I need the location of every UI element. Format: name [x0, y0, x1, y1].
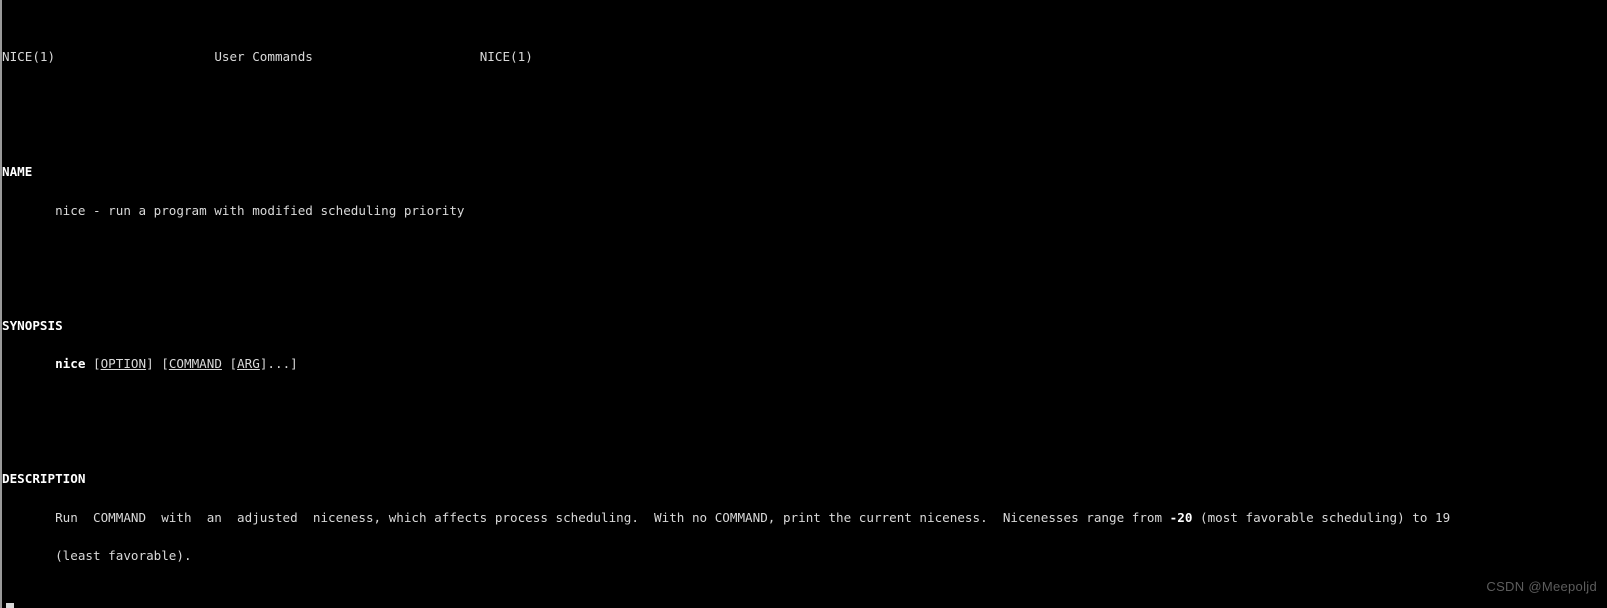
heading-name-text: NAME	[2, 164, 33, 180]
man-header-gap2	[313, 49, 480, 64]
heading-description-text: DESCRIPTION	[2, 471, 86, 487]
heading-synopsis-text: SYNOPSIS	[2, 317, 63, 333]
csdn-watermark: CSDN @Meepoljd	[1486, 579, 1597, 595]
section-body-synopsis: nice [OPTION] [COMMAND [ARG]...]	[55, 356, 298, 372]
synopsis-command-arg: COMMAND	[168, 356, 222, 372]
terminal-cursor	[6, 603, 14, 608]
spacer-line	[2, 256, 1607, 269]
man-header-line: NICE(1) User Commands NICE(1)	[2, 49, 1607, 65]
description-para1-a: Run COMMAND with an adjusted niceness, w…	[55, 509, 1170, 525]
description-para1-cont: (least favorable).	[55, 548, 192, 564]
section-heading-name: NAME	[2, 164, 1607, 180]
section-heading-description: DESCRIPTION	[2, 473, 1607, 486]
description-para1-line1: Run COMMAND with an adjusted niceness, w…	[2, 509, 1607, 525]
man-header-center: User Commands	[214, 49, 313, 65]
description-para1-line2: (least favorable).	[2, 548, 1607, 564]
synopsis-option: OPTION	[100, 356, 147, 372]
description-para1-b: (most favorable scheduling) to 19	[1192, 509, 1451, 525]
man-header-left: NICE(1)	[2, 49, 56, 65]
man-header-gap1	[55, 49, 214, 64]
synopsis-command: nice	[55, 356, 86, 372]
section-body-name: nice - run a program with modified sched…	[2, 202, 1607, 218]
section-heading-synopsis: SYNOPSIS	[2, 317, 1607, 333]
description-nice-min: -20	[1169, 509, 1193, 525]
name-body-text: nice - run a program with modified sched…	[55, 202, 465, 218]
man-page-content: NICE(1) User Commands NICE(1) NAME nice …	[2, 0, 1607, 608]
synopsis-arg: ARG	[237, 356, 260, 372]
spacer-line	[2, 410, 1607, 423]
terminal-window[interactable]: NICE(1) User Commands NICE(1) NAME nice …	[0, 0, 1607, 608]
man-header-right: NICE(1)	[479, 49, 533, 65]
spacer-line	[2, 601, 1607, 608]
spacer-line	[2, 102, 1607, 115]
